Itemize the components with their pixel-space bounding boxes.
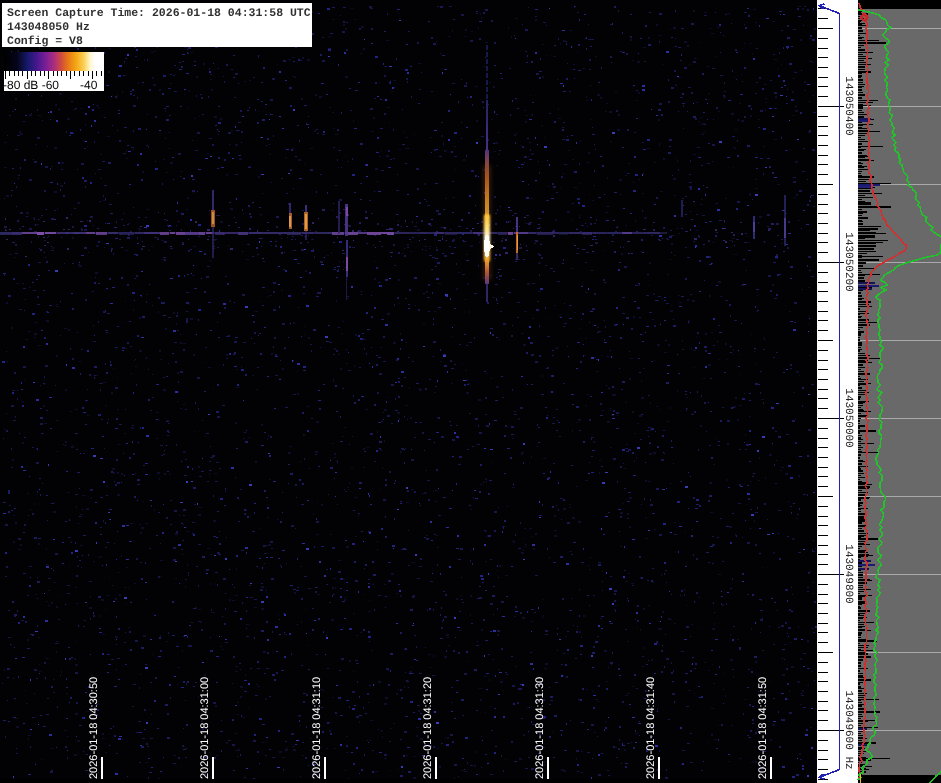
- svg-text:2026-01-18 04:31:10: 2026-01-18 04:31:10: [311, 677, 323, 779]
- svg-text:-80 dB -60: -80 dB -60: [3, 78, 59, 92]
- svg-text:2026-01-18 04:31:50: 2026-01-18 04:31:50: [757, 677, 769, 779]
- svg-text:Screen Capture Time: 2026-01-1: Screen Capture Time: 2026-01-18 04:31:58…: [7, 7, 311, 20]
- svg-text:2026-01-18 04:31:40: 2026-01-18 04:31:40: [645, 677, 657, 779]
- svg-text:143050200: 143050200: [842, 232, 854, 291]
- svg-text:Config = V8: Config = V8: [7, 35, 83, 48]
- svg-text:-40: -40: [80, 78, 98, 92]
- svg-text:2026-01-18 04:31:00: 2026-01-18 04:31:00: [199, 677, 211, 779]
- svg-text:143048050 Hz: 143048050 Hz: [7, 21, 90, 34]
- svg-text:143050000: 143050000: [842, 388, 854, 447]
- svg-text:143049800: 143049800: [842, 544, 854, 603]
- svg-text:2026-01-18 04:31:30: 2026-01-18 04:31:30: [534, 677, 546, 779]
- svg-text:143050400: 143050400: [842, 76, 854, 135]
- svg-text:2026-01-18 04:31:20: 2026-01-18 04:31:20: [422, 677, 434, 779]
- svg-text:2026-01-18 04:30:50: 2026-01-18 04:30:50: [88, 677, 100, 779]
- svg-text:143049600 Hz: 143049600 Hz: [842, 690, 854, 769]
